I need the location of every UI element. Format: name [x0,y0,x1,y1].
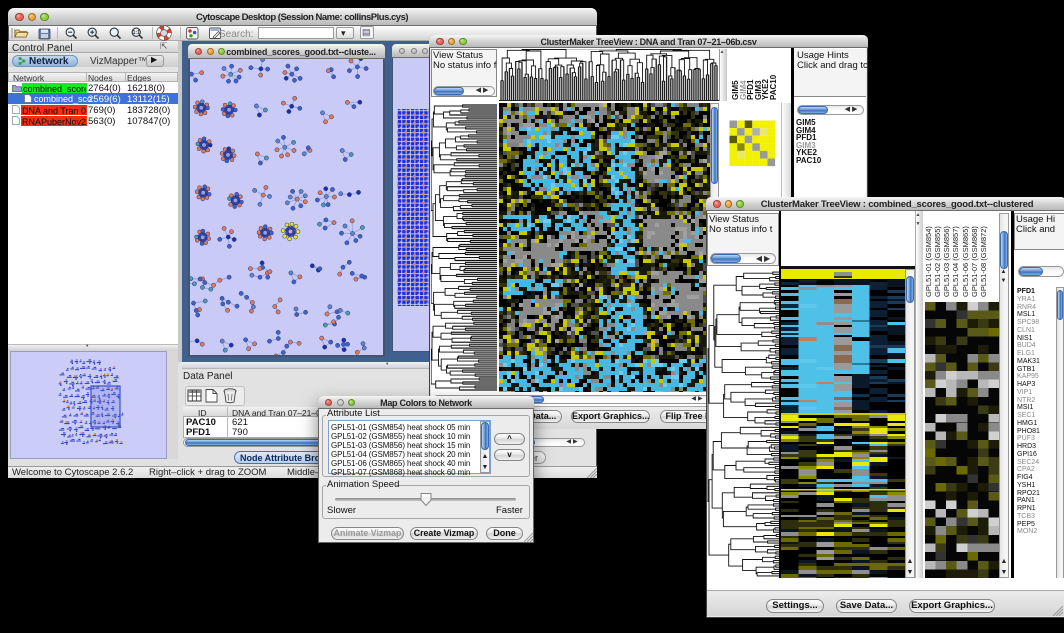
svg-text:1:1: 1:1 [133,30,140,36]
